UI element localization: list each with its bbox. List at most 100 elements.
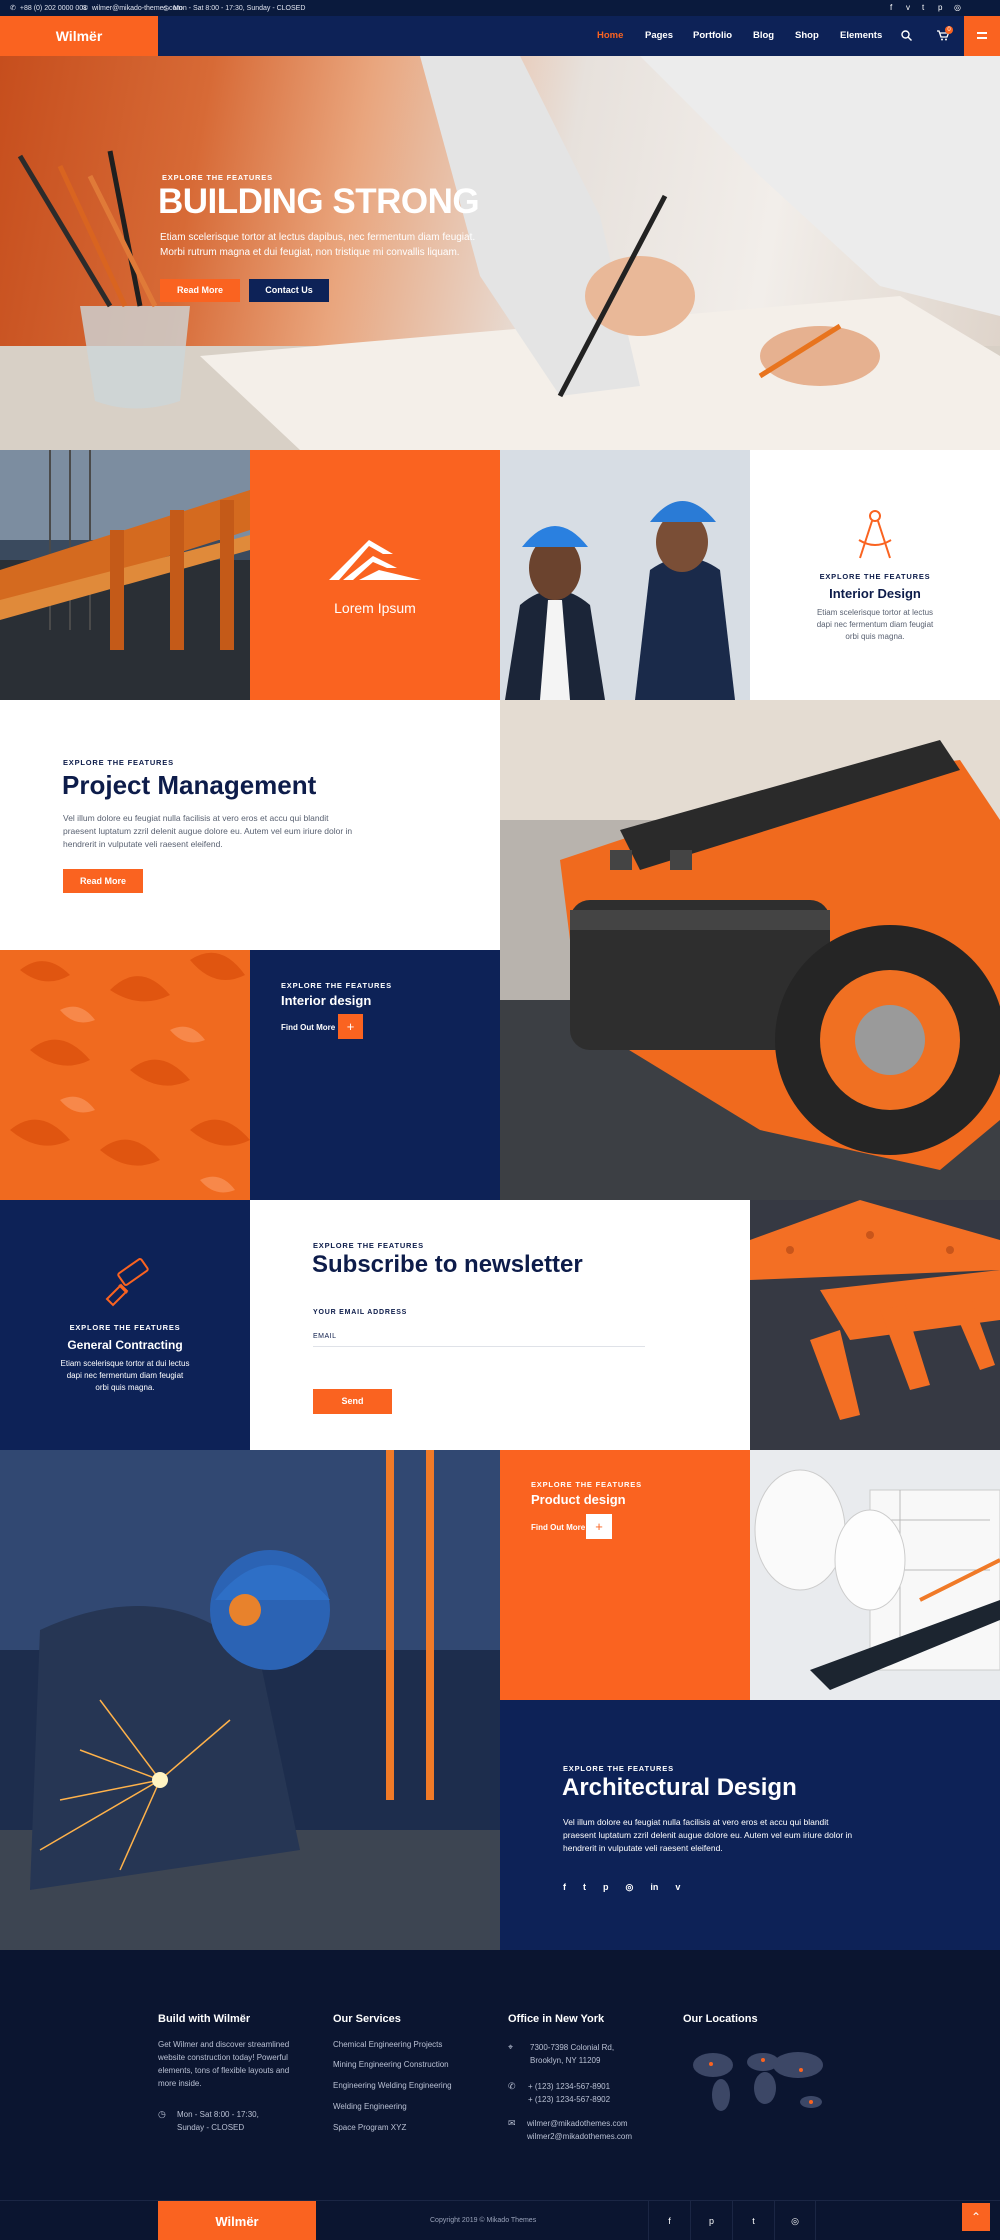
hours-info: ◷ Mon - Sat 8:00 - 17:30, Sunday - CLOSED [163, 4, 306, 13]
pm-kicker: EXPLORE THE FEATURES [63, 758, 174, 767]
interior2-link[interactable]: Find Out More [281, 1023, 335, 1032]
linkedin-icon[interactable]: in [650, 1882, 658, 1893]
service-link[interactable]: Welding Engineering [333, 2100, 407, 2113]
bottom-bar: Wilmër Copyright 2019 © Mikado Themes f … [0, 2200, 1000, 2240]
footer-phone-2[interactable]: + (123) 1234-567-8902 [528, 2093, 610, 2106]
instagram-icon[interactable]: ◎ [626, 1882, 634, 1893]
building-logo-icon [329, 540, 421, 580]
footer-phone-1[interactable]: + (123) 1234-567-8901 [528, 2080, 610, 2093]
hero-text: Etiam scelerisque tortor at lectus dapib… [160, 232, 476, 258]
site-logo[interactable]: Wilmër [0, 16, 158, 56]
pm-text: Vel illum dolore eu feugiat nulla facili… [63, 813, 353, 849]
lorem-ipsum-tile[interactable]: Lorem Ipsum [250, 450, 500, 700]
interior-design-2-tile: EXPLORE THE FEATURES Interior design Fin… [250, 950, 500, 1200]
dribbble-icon[interactable]: ◎ [774, 2201, 816, 2240]
general-contracting-tile: EXPLORE THE FEATURES General Contracting… [0, 1200, 250, 1450]
twitter-icon[interactable]: t [732, 2201, 774, 2240]
facebook-icon[interactable]: f [648, 2201, 690, 2240]
service-link[interactable]: Engineering Welding Engineering [333, 2079, 452, 2092]
plus-icon[interactable]: + [586, 1514, 612, 1539]
hours-text: Mon - Sat 8:00 - 17:30, Sunday - CLOSED [173, 4, 306, 12]
twitter-icon[interactable]: t [922, 3, 924, 12]
vimeo-icon[interactable]: v [675, 1882, 680, 1893]
gc-kicker: EXPLORE THE FEATURES [69, 1322, 181, 1332]
facebook-icon[interactable]: f [563, 1882, 566, 1893]
search-icon[interactable] [901, 30, 912, 41]
road-roller-image [500, 700, 1000, 1200]
arch-title: Architectural Design [562, 1774, 797, 1801]
product-design-tile: EXPLORE THE FEATURES Product design Find… [500, 1450, 750, 1700]
blueprints-image [750, 1450, 1000, 1700]
phone-icon: ✆ [508, 2081, 516, 2091]
footer-mail-1[interactable]: wilmer@mikadothemes.com [527, 2117, 628, 2130]
menu-icon-bar [977, 37, 987, 39]
interior-title: Interior Design [829, 585, 921, 601]
pm-read-more-button[interactable]: Read More [63, 869, 143, 893]
welder-image [0, 1450, 500, 1950]
service-link[interactable]: Chemical Engineering Projects [333, 2038, 442, 2051]
gc-text: Etiam scelerisque tortor at dui lectus d… [60, 1358, 190, 1392]
facebook-icon[interactable]: f [890, 3, 892, 12]
footer-col1-title: Build with Wilmër [158, 2013, 251, 2025]
phone-icon: ✆ [10, 5, 16, 12]
interior2-kicker: EXPLORE THE FEATURES [281, 981, 392, 990]
interior-kicker: EXPLORE THE FEATURES [819, 571, 931, 581]
pd-link[interactable]: Find Out More [531, 1523, 585, 1532]
paint-roller-icon [105, 1257, 149, 1306]
mail-icon: ✉ [508, 2118, 516, 2128]
newsletter-title: Subscribe to newsletter [312, 1251, 583, 1278]
footer-logo[interactable]: Wilmër [158, 2201, 316, 2240]
email-label: YOUR EMAIL ADDRESS [313, 1309, 408, 1316]
arch-text: Vel illum dolore eu feugiat nulla facili… [563, 1817, 853, 1853]
clock-icon: ◷ [163, 5, 170, 12]
compass-icon [858, 509, 892, 558]
phone-text: +88 (0) 202 0000 001 [19, 4, 88, 12]
pd-kicker: EXPLORE THE FEATURES [531, 1480, 642, 1489]
social-links: f t p ◎ in v [563, 1882, 680, 1893]
nav-portfolio[interactable]: Portfolio [693, 30, 732, 41]
footer-mail-2[interactable]: wilmer2@mikadothemes.com [527, 2130, 632, 2143]
nav-elements[interactable]: Elements [840, 30, 882, 41]
pm-title: Project Management [62, 770, 317, 800]
project-management-tile: EXPLORE THE FEATURES Project Management … [0, 700, 500, 950]
hero-kicker: EXPLORE THE FEATURES [162, 173, 273, 182]
copyright-text: Copyright 2019 © Mikado Themes [430, 2217, 537, 2224]
send-button[interactable]: Send [313, 1389, 392, 1414]
service-link[interactable]: Space Program XYZ [333, 2121, 406, 2134]
location-pin-icon: ⌖ [508, 2042, 514, 2052]
pinterest-icon[interactable]: p [603, 1882, 609, 1893]
world-map [693, 2052, 823, 2111]
instagram-icon[interactable]: ◎ [954, 3, 961, 12]
email-input[interactable]: EMAIL [313, 1333, 645, 1347]
side-menu-button[interactable] [964, 16, 1000, 56]
footer: Build with Wilmër Get Wilmer and discove… [0, 1950, 1000, 2240]
cart-badge: 0 [945, 26, 953, 34]
phone-info: ✆ +88 (0) 202 0000 001 [10, 4, 88, 13]
top-bar: ✆ +88 (0) 202 0000 001 ✉ wilmer@mikado-the… [0, 0, 1000, 16]
vimeo-icon[interactable]: v [906, 3, 910, 12]
interior-text: Etiam scelerisque tortor at lectus dapi … [816, 607, 934, 641]
engineers-image [500, 450, 750, 700]
pinterest-icon[interactable]: p [690, 2201, 732, 2240]
contact-us-button[interactable]: Contact Us [249, 279, 329, 302]
logo-text[interactable]: Wilmër [56, 28, 103, 44]
back-to-top-button[interactable]: ⌃ [962, 2203, 990, 2231]
construction-image [0, 450, 250, 700]
twitter-icon[interactable]: t [583, 1882, 586, 1893]
footer-col3-title: Office in New York [508, 2013, 605, 2025]
hero-image [0, 56, 1000, 450]
architectural-design-tile: EXPLORE THE FEATURES Architectural Desig… [500, 1700, 1000, 1950]
footer-col2-title: Our Services [333, 2013, 401, 2025]
read-more-button[interactable]: Read More [160, 279, 240, 302]
nav-shop[interactable]: Shop [795, 30, 819, 41]
nav-blog[interactable]: Blog [753, 30, 774, 41]
plus-icon[interactable]: + [338, 1014, 363, 1039]
nav-home[interactable]: Home [597, 30, 623, 41]
footer-col4-title: Our Locations [683, 2013, 758, 2025]
footer-hours-2: Sunday - CLOSED [177, 2123, 245, 2132]
service-link[interactable]: Mining Engineering Construction [333, 2058, 449, 2071]
interior-design-tile: EXPLORE THE FEATURES Interior Design Eti… [750, 450, 1000, 700]
pinterest-icon[interactable]: p [938, 3, 942, 12]
footer-hours-1: Mon - Sat 8:00 - 17:30, [177, 2110, 259, 2119]
nav-pages[interactable]: Pages [645, 30, 673, 41]
